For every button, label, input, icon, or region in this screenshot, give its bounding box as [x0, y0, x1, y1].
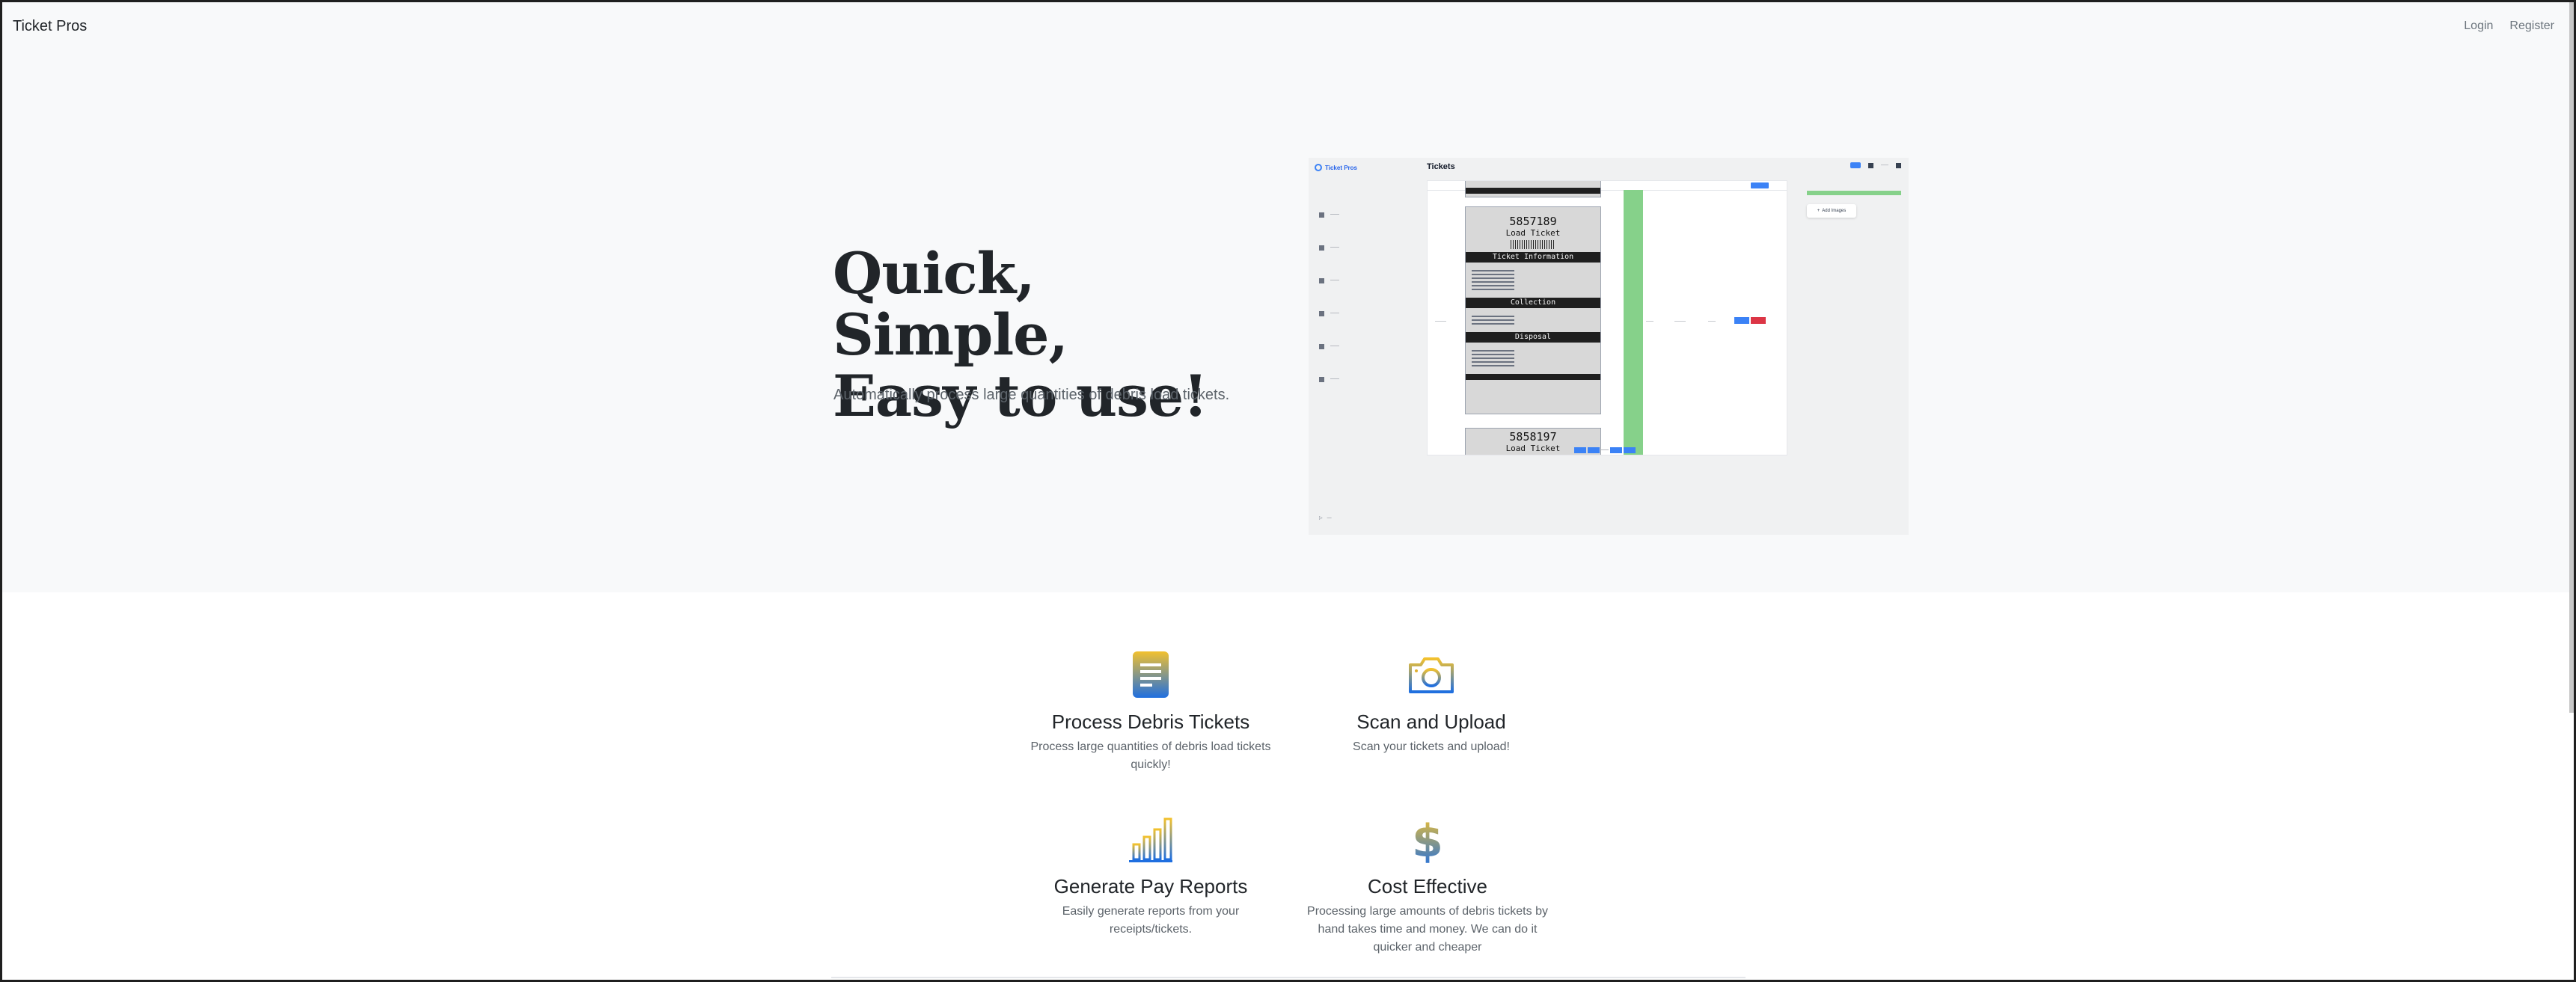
top-navbar: Ticket Pros Login Register [2, 2, 2574, 50]
ticket-band: Disposal [1466, 332, 1600, 343]
hero-section [2, 2, 2574, 592]
feature-title: Generate Pay Reports [1053, 875, 1248, 897]
ticket-number: 5858197 [1509, 430, 1557, 444]
preview-delete-button [1751, 317, 1766, 324]
chart-icon [1319, 310, 1324, 316]
preview-tickets-table: 5857189 Load Ticket Ticket Information C… [1427, 180, 1787, 455]
page-scrollbar[interactable] [2569, 2, 2574, 713]
pager-button [1574, 447, 1586, 453]
preview-logout: ▷ — [1319, 515, 1332, 521]
camera-icon [1409, 657, 1454, 693]
brand-logo-text[interactable]: Ticket Pros [13, 18, 87, 35]
feature-cost-effective: $ Cost Effective Processing large amount… [1304, 816, 1551, 957]
ticket-lines [1466, 266, 1600, 295]
preview-user-icon [1896, 162, 1901, 168]
preview-row-text: —— [1646, 319, 1653, 324]
preview-add-images-button: + Add Images [1807, 204, 1856, 218]
dollar-icon: $ [1413, 816, 1443, 864]
preview-ticket-image: 5857189 Load Ticket Ticket Information C… [1465, 206, 1601, 414]
preview-topbar-right: —— [1850, 162, 1901, 168]
preview-progress-bar [1807, 191, 1901, 195]
hero-title-line1: Quick, Simple, [833, 240, 1068, 368]
feature-description: Processing large amounts of debris ticke… [1307, 905, 1548, 954]
ticket-band: Ticket Information [1466, 252, 1600, 263]
preview-status-column [1624, 190, 1643, 455]
preview-edit-button [1734, 317, 1749, 324]
ticket-lines [1466, 346, 1600, 371]
feature-description: Easily generate reports from your receip… [1062, 905, 1240, 936]
preview-pagination: —— [1574, 447, 1636, 453]
pager-button [1624, 447, 1636, 453]
preview-row-actions [1734, 317, 1766, 324]
preview-row-text: ——— [1674, 319, 1686, 324]
ticket-footer [1466, 188, 1600, 194]
plus-icon: + [1817, 209, 1820, 213]
preview-page-title: Tickets [1427, 162, 1455, 171]
section-divider [831, 977, 1746, 978]
feature-scan-upload: Scan and Upload Scan your tickets and up… [1319, 650, 1544, 756]
preview-brand: Ticket Pros [1325, 164, 1357, 171]
feature-description: Process large quantities of debris load … [1030, 740, 1271, 771]
preview-user-text: —— [1881, 163, 1888, 168]
preview-badge [1850, 162, 1861, 168]
preview-grid-icon [1868, 162, 1873, 168]
preview-logo-icon [1315, 164, 1322, 171]
truck-icon [1319, 376, 1324, 382]
preview-sidebar-item: —— [1319, 330, 1339, 363]
feature-pay-reports: Generate Pay Reports Easily generate rep… [1020, 816, 1282, 939]
ticket-label: Load Ticket [1505, 228, 1561, 238]
preview-logo: Ticket Pros [1315, 164, 1357, 171]
preview-sidebar-item: —— [1319, 231, 1339, 264]
feature-title: Process Debris Tickets [1051, 711, 1250, 733]
feature-description: Scan your tickets and upload! [1353, 740, 1510, 753]
preview-add-images-label: Add Images [1822, 209, 1847, 213]
preview-ticket-partial [1465, 181, 1601, 197]
home-icon [1319, 245, 1324, 251]
feature-title: Cost Effective [1368, 875, 1487, 897]
preview-sidebar-item: —— [1319, 264, 1339, 297]
preview-row-text: —— [1708, 319, 1716, 324]
feature-process-tickets: Process Debris Tickets Process large qua… [1020, 650, 1282, 774]
preview-sidebar-item: —— [1319, 363, 1339, 396]
ticket-footer [1466, 374, 1600, 380]
login-link[interactable]: Login [2464, 19, 2493, 33]
preview-row-text: ——— [1435, 319, 1446, 324]
pager-button [1588, 447, 1600, 453]
logout-icon: ▷ [1319, 516, 1323, 521]
svg-text:$: $ [1413, 816, 1443, 864]
grid-icon [1319, 212, 1324, 218]
bar-chart-icon [1129, 817, 1172, 862]
preview-sidebar-item: —— [1319, 297, 1339, 330]
file-icon [1319, 343, 1324, 349]
document-icon [1133, 651, 1169, 698]
user-icon [1319, 277, 1324, 283]
ticket-lines [1466, 311, 1600, 329]
app-preview-screenshot: Ticket Pros —— —— —— —— —— —— ▷ — Tickets… [1309, 158, 1909, 535]
feature-title: Scan and Upload [1356, 711, 1506, 733]
preview-sidebar: —— —— —— —— —— —— [1319, 198, 1339, 396]
ticket-number: 5857189 [1509, 215, 1557, 228]
ticket-band: Collection [1466, 298, 1600, 308]
preview-sidebar-item: —— [1319, 198, 1339, 231]
hero-subtitle: Automatically process large quantities o… [833, 387, 1230, 403]
nav-links: Login Register [2464, 19, 2554, 33]
barcode [1511, 240, 1555, 249]
register-link[interactable]: Register [2509, 19, 2554, 33]
pager-button [1610, 447, 1622, 453]
pager-text: —— [1601, 448, 1609, 452]
preview-filter-button [1751, 182, 1769, 188]
